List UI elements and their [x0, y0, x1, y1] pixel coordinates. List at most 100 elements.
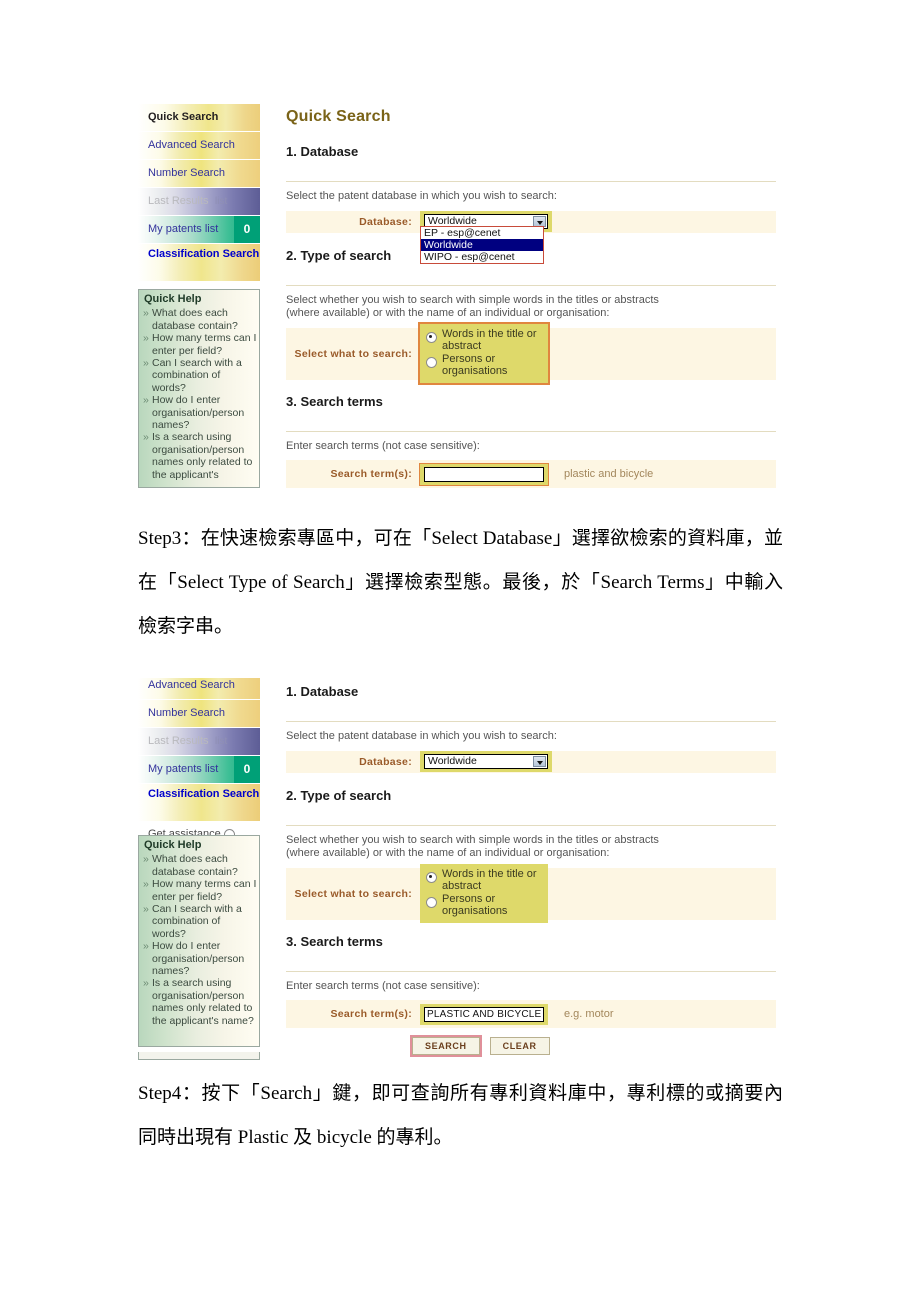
section-heading-type-of-search: 2. Type of search	[286, 787, 392, 803]
quick-help-item[interactable]: What does each database contain?	[142, 853, 257, 878]
quick-help-item[interactable]: How many terms can I enter per field?	[142, 878, 257, 903]
nav-label: Classification Search	[148, 248, 260, 260]
nav-item-last-results: Last Results list	[138, 188, 260, 216]
search-terms-field-row: Search term(s): e.g. motor	[286, 1000, 776, 1028]
quick-help-title: Quick Help	[144, 293, 202, 305]
nav-label: Last Results	[148, 735, 209, 747]
database-option[interactable]: WIPO - esp@cenet	[421, 251, 543, 263]
search-terms-input[interactable]	[424, 1006, 544, 1022]
database-select-value: Worldwide	[428, 755, 477, 767]
section-heading-search-terms: 3. Search terms	[286, 393, 383, 409]
nav-item-classification-search[interactable]: Classification Search	[138, 244, 260, 282]
quick-search-screenshot-1: Quick Search Advanced Search Number Sear…	[138, 104, 783, 488]
search-terms-field-label: Search term(s):	[330, 468, 412, 480]
quick-help-item[interactable]: How do I enter organisation/person names…	[142, 394, 257, 431]
type-of-search-radio-group[interactable]: Words in the title or abstract Persons o…	[420, 864, 548, 923]
nav-item-my-patents-list[interactable]: My patents list 0	[138, 216, 260, 244]
nav-item-advanced-search[interactable]: Advanced Search	[138, 678, 260, 700]
step3-paragraph: Step3：在快速檢索專區中，可在「Select Database」選擇欲檢索的…	[138, 528, 783, 637]
radio-icon-selected[interactable]	[426, 872, 437, 883]
type-of-search-field-row: Select what to search: Words in the titl…	[286, 864, 776, 923]
radio-icon[interactable]	[426, 357, 437, 368]
main-content-1: Quick Search 1. Database Select the pate…	[286, 108, 776, 488]
left-navigation-2: Advanced Search Number Search Last Resul…	[138, 678, 260, 846]
quick-help-item[interactable]: How many terms can I enter per field?	[142, 332, 257, 357]
type-of-search-field-row: Select what to search: Words in the titl…	[286, 322, 776, 385]
radio-option-persons[interactable]: Persons or organisations	[426, 353, 542, 377]
divider	[286, 284, 776, 286]
nav-label: Last Results	[148, 195, 209, 207]
nav-label: Advanced Search	[148, 679, 235, 691]
nav-item-classification-search[interactable]: Classification Search	[138, 784, 260, 822]
database-hint: Select the patent database in which you …	[286, 190, 557, 202]
nav-label-extra: list	[215, 196, 228, 207]
my-patents-count-badge: 0	[234, 216, 260, 243]
database-option-selected[interactable]: Worldwide	[421, 239, 543, 251]
quick-help-item[interactable]: Can I search with a combination of words…	[142, 357, 257, 394]
left-navigation-1: Quick Search Advanced Search Number Sear…	[138, 104, 260, 306]
nav-item-number-search[interactable]: Number Search	[138, 160, 260, 188]
quick-help-box-2: Quick Help What does each database conta…	[138, 835, 260, 1047]
clear-button[interactable]: CLEAR	[489, 1037, 550, 1055]
database-field-label: Database:	[359, 755, 412, 768]
search-terms-hint: Enter search terms (not case sensitive):	[286, 979, 480, 992]
type-of-search-radio-group[interactable]: Words in the title or abstract Persons o…	[418, 322, 550, 385]
quick-help-item[interactable]: Is a search using organisation/person na…	[142, 977, 257, 1027]
type-of-search-field-label: Select what to search:	[294, 887, 412, 900]
panel-bottom-edge	[138, 1052, 260, 1060]
nav-label: Number Search	[148, 707, 226, 719]
nav-label: Quick Search	[148, 111, 219, 123]
divider	[286, 824, 776, 826]
nav-label: Number Search	[148, 167, 226, 179]
type-of-search-hint-line1: Select whether you wish to search with s…	[286, 293, 659, 306]
chevron-down-icon[interactable]	[533, 756, 546, 767]
nav-label-extra: list	[215, 736, 228, 747]
database-field-label: Database:	[359, 215, 412, 228]
quick-help-item[interactable]: Is a search using organisation/person na…	[142, 431, 257, 481]
radio-option-words[interactable]: Words in the title or abstract	[426, 328, 542, 352]
nav-label: Advanced Search	[148, 139, 235, 151]
quick-help-title: Quick Help	[144, 839, 202, 851]
page-title: Quick Search	[286, 108, 391, 125]
radio-icon-selected[interactable]	[426, 332, 437, 343]
quick-help-box-1: Quick Help What does each database conta…	[138, 289, 260, 488]
divider	[286, 430, 776, 432]
nav-label: My patents list	[148, 763, 219, 775]
quick-help-item[interactable]: What does each database contain?	[142, 307, 257, 332]
search-button[interactable]: SEARCH	[410, 1035, 482, 1057]
radio-icon[interactable]	[426, 897, 437, 908]
radio-label: Words in the title or abstract	[442, 328, 537, 352]
database-option[interactable]: EP - esp@cenet	[421, 227, 543, 239]
search-terms-example: e.g. motor	[564, 1008, 614, 1020]
my-patents-count-badge: 0	[234, 756, 260, 783]
nav-label: Classification Search	[148, 788, 260, 800]
database-field-row: Database: Worldwide	[286, 750, 776, 773]
quick-help-item[interactable]: Can I search with a combination of words…	[142, 903, 257, 940]
step4-paragraph: Step4：按下「Search」鍵，即可查詢所有專利資料庫中，專利標的或摘要內同…	[138, 1083, 783, 1148]
nav-item-quick-search[interactable]: Quick Search	[138, 104, 260, 132]
quick-help-item[interactable]: How do I enter organisation/person names…	[142, 940, 257, 977]
type-of-search-hint-line2: (where available) or with the name of an…	[286, 847, 610, 859]
form-actions: SEARCH CLEAR	[410, 1035, 776, 1057]
nav-item-my-patents-list[interactable]: My patents list 0	[138, 756, 260, 784]
quick-search-screenshot-2: Advanced Search Number Search Last Resul…	[138, 678, 783, 1060]
database-field-row: Database: Worldwide EP - esp@cenet World…	[286, 210, 776, 264]
radio-option-persons[interactable]: Persons or organisations	[426, 893, 542, 917]
database-hint: Select the patent database in which you …	[286, 730, 557, 742]
quick-help-list: What does each database contain? How man…	[142, 853, 257, 1027]
search-terms-input[interactable]	[424, 466, 544, 482]
radio-label: Persons or organisations	[442, 353, 508, 377]
radio-label: Words in the title or abstract	[442, 868, 537, 892]
type-of-search-field-label: Select what to search:	[294, 347, 412, 360]
database-select[interactable]: Worldwide	[424, 754, 548, 769]
section-heading-search-terms: 3. Search terms	[286, 933, 383, 949]
divider	[286, 970, 776, 972]
search-terms-field-row: Search term(s): plastic and bicycle	[286, 460, 776, 488]
radio-option-words[interactable]: Words in the title or abstract	[426, 868, 542, 892]
section-heading-database: 1. Database	[286, 684, 359, 699]
database-select-options[interactable]: EP - esp@cenet Worldwide WIPO - esp@cene…	[420, 226, 544, 264]
quick-help-list: What does each database contain? How man…	[142, 307, 257, 481]
nav-item-number-search[interactable]: Number Search	[138, 700, 260, 728]
nav-item-advanced-search[interactable]: Advanced Search	[138, 132, 260, 160]
radio-label: Persons or organisations	[442, 893, 508, 917]
